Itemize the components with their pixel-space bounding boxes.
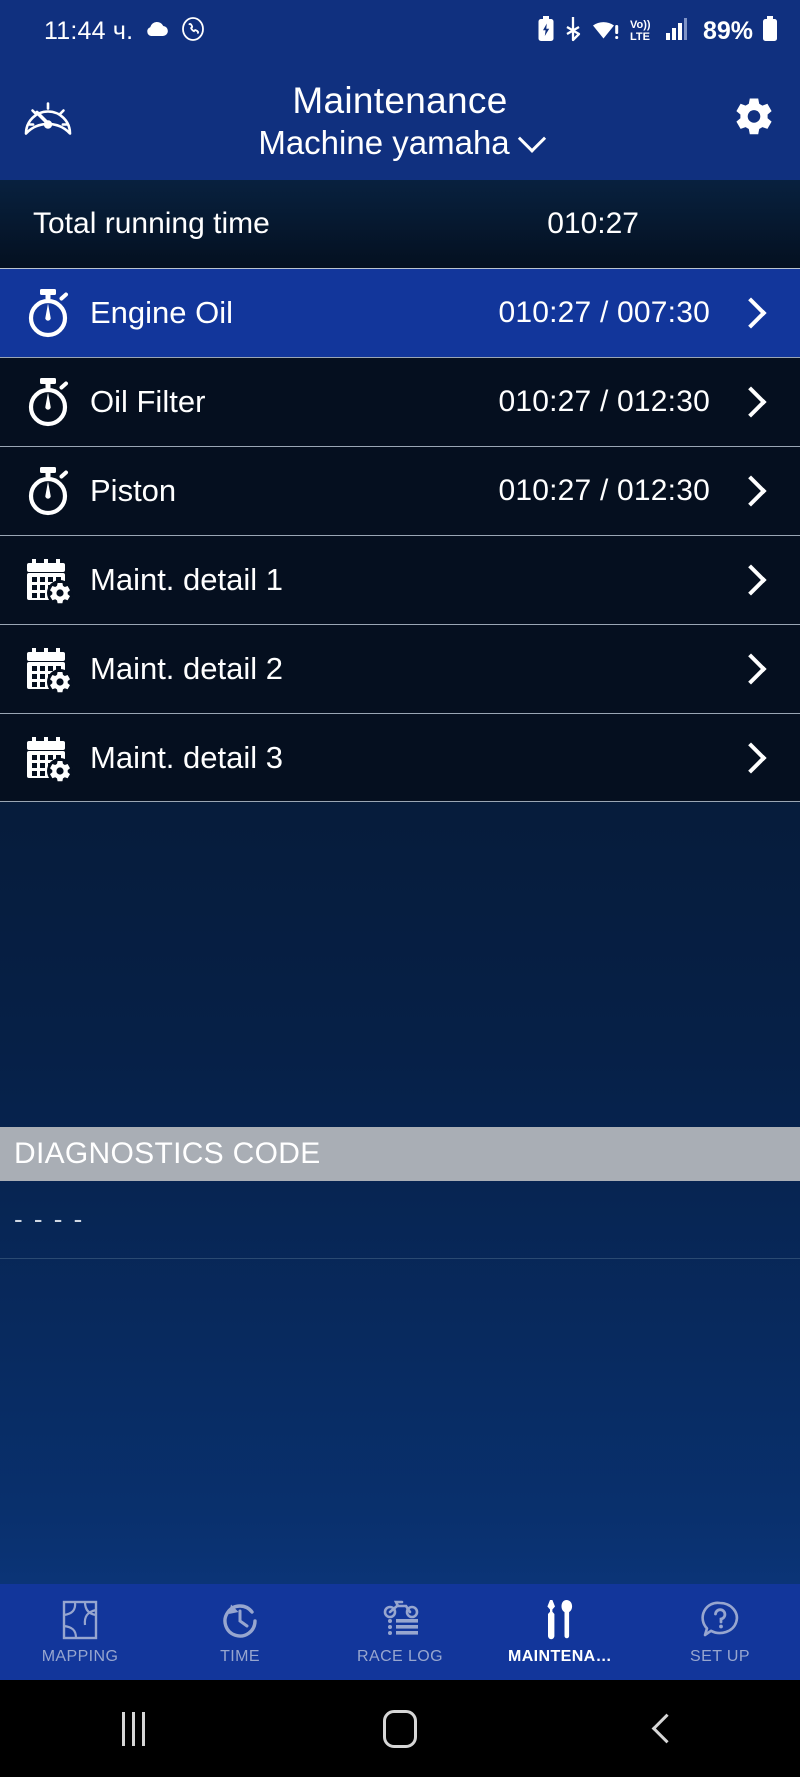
diagnostics-code-header: DIAGNOSTICS CODE [0, 1127, 800, 1181]
list-item-value: 010:27 / 007:30 [498, 296, 710, 329]
weather-cloud-icon [144, 19, 170, 44]
gear-icon[interactable] [730, 95, 778, 148]
stopwatch-icon [20, 288, 76, 338]
volte-icon: Vo)) LTE [629, 16, 657, 47]
status-bar: 11:44 ч. Vo)) LTE 89% [0, 0, 800, 62]
chevron-right-icon [724, 475, 778, 507]
map-grid-icon [59, 1598, 101, 1642]
tab-label: MAPPING [41, 1648, 119, 1665]
chevron-right-icon [724, 653, 778, 685]
list-item-label: Maint. detail 3 [90, 739, 283, 775]
bottom-navigation: MAPPING TIME RACE LOG MAINTENA… SET UP [0, 1584, 800, 1680]
chevron-down-icon [517, 124, 546, 153]
svg-text:LTE: LTE [630, 31, 650, 42]
tab-race-log[interactable]: RACE LOG [320, 1584, 480, 1680]
chevron-right-icon [724, 386, 778, 418]
diagnostics-code-value: - - - - [0, 1181, 800, 1259]
total-running-time-label: Total running time [33, 207, 270, 240]
list-item-value: 010:27 / 012:30 [498, 385, 710, 418]
status-clock: 11:44 ч. [44, 16, 134, 45]
app-root: 11:44 ч. Vo)) LTE 89% Maintenance Machin… [0, 0, 800, 1777]
call-icon [181, 16, 205, 46]
motorcycle-list-icon [378, 1598, 422, 1642]
machine-name: Machine yamaha [258, 124, 510, 162]
tab-mapping[interactable]: MAPPING [0, 1584, 160, 1680]
question-bubble-icon [699, 1598, 741, 1642]
status-bar-left: 11:44 ч. [44, 17, 205, 46]
signal-bars-icon [665, 17, 692, 46]
chevron-right-icon [724, 564, 778, 596]
list-item-label: Piston [90, 473, 177, 508]
list-item-label: Maint. detail 2 [90, 651, 283, 686]
home-icon[interactable] [267, 1709, 534, 1748]
stopwatch-icon [20, 466, 76, 516]
tab-time[interactable]: TIME [160, 1584, 320, 1680]
app-header: Maintenance Machine yamaha [0, 62, 800, 180]
tab-set-up[interactable]: SET UP [640, 1584, 800, 1680]
total-running-time-row: Total running time 010:27 [0, 180, 800, 268]
list-item-label: Maint. detail 1 [90, 562, 283, 597]
tab-label: MAINTENA… [507, 1648, 613, 1665]
speedometer-icon[interactable] [22, 94, 74, 149]
list-item[interactable]: Maint. detail 3 [0, 713, 800, 802]
calendar-gear-icon [20, 644, 76, 694]
list-item[interactable]: Maint. detail 1 [0, 535, 800, 624]
list-item-label: Oil Filter [90, 384, 206, 419]
diagnostics-empty-space [0, 1259, 800, 1584]
tab-maintenance[interactable]: MAINTENA… [480, 1584, 640, 1680]
list-item-value: 010:27 / 012:30 [498, 474, 710, 507]
battery-icon [762, 15, 778, 47]
svg-text:Vo)): Vo)) [630, 19, 651, 31]
tools-icon [539, 1598, 581, 1642]
calendar-gear-icon [20, 733, 76, 783]
calendar-gear-icon [20, 555, 76, 605]
status-bar-right: Vo)) LTE 89% [537, 15, 778, 47]
bluetooth-icon [564, 16, 582, 47]
android-navigation-bar [0, 1680, 800, 1777]
battery-percent: 89% [702, 16, 753, 45]
header-titles: Maintenance Machine yamaha [258, 80, 546, 162]
list-item[interactable]: Piston 010:27 / 012:30 [0, 446, 800, 535]
wifi-warning-icon [591, 17, 620, 46]
total-running-time-value: 010:27 [547, 207, 639, 240]
list-item[interactable]: Engine Oil 010:27 / 007:30 [0, 268, 800, 357]
list-item-label: Engine Oil [90, 295, 234, 330]
machine-selector[interactable]: Machine yamaha [258, 124, 546, 162]
chevron-right-icon [724, 741, 778, 774]
tab-label: TIME [220, 1648, 260, 1665]
list-item[interactable]: Oil Filter 010:27 / 012:30 [0, 357, 800, 446]
tab-label: RACE LOG [357, 1648, 443, 1665]
tab-label: SET UP [690, 1648, 750, 1665]
page-title: Maintenance [292, 80, 508, 122]
list-item[interactable]: Maint. detail 2 [0, 624, 800, 713]
list-empty-space [0, 802, 800, 1127]
back-icon[interactable] [533, 1713, 800, 1744]
stopwatch-icon [20, 377, 76, 427]
battery-saver-icon [537, 15, 555, 47]
content-area: Total running time 010:27 Engine Oil 010… [0, 180, 800, 1584]
maintenance-list: Engine Oil 010:27 / 007:30 Oil Filter 01 [0, 268, 800, 802]
recents-icon[interactable] [0, 1711, 267, 1746]
clock-arrow-icon [219, 1598, 261, 1642]
chevron-right-icon [724, 297, 778, 329]
